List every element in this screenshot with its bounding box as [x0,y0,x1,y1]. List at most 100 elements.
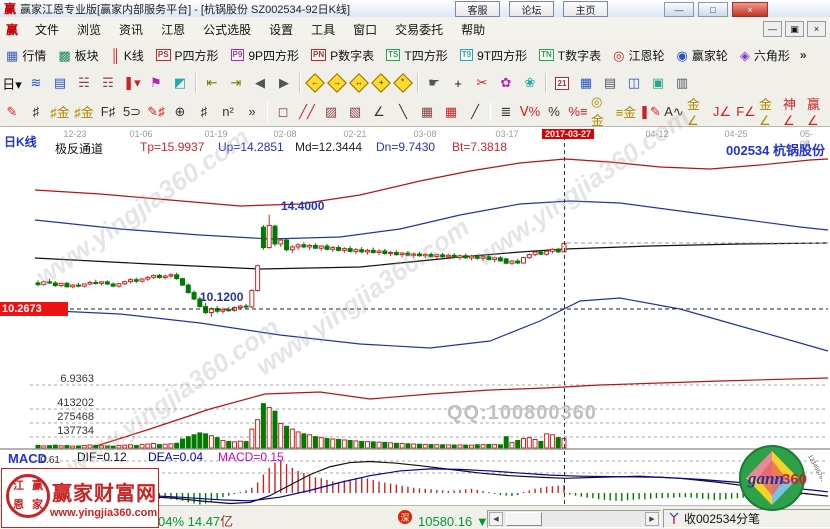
percent-tool[interactable]: % [543,101,565,123]
candle-style-dropdown[interactable]: ❚▾ [121,72,143,94]
menu-item-浏览[interactable]: 浏览 [68,19,110,40]
btn-quotes[interactable]: ▦行情 [0,45,52,66]
minimize-button[interactable]: — [664,2,694,17]
crosshair-tool[interactable]: + [447,72,469,94]
trendline-tool[interactable]: ╲ [392,101,414,123]
btn-9t-square[interactable]: T99T四方形 [454,45,533,66]
btn-winner-wheel[interactable]: ◉赢家轮 [670,45,733,66]
more-gann-t ools[interactable]: » [241,101,263,123]
btn-gann-wheel[interactable]: ◎江恩轮 [607,45,670,66]
j-angle-tool[interactable]: J∠ [711,101,733,123]
wave-abc-tool[interactable]: A∿ [663,101,685,123]
levels-tool[interactable]: ≣ [495,101,517,123]
zoom-out-button[interactable]: ↔ [349,73,369,93]
hand-tool[interactable]: ☛ [423,72,445,94]
maximize-button[interactable]: □ [698,2,728,17]
win-angle-tool[interactable]: 赢∠ [807,101,829,123]
last-bar-button[interactable]: ⇥ [225,72,247,94]
btn-p-table[interactable]: PNP数字表 [305,45,380,66]
menu-item-文件[interactable]: 文件 [26,19,68,40]
gold-angle2-tool[interactable]: 金∠ [759,101,781,123]
silk-tool[interactable]: ❀ [519,72,541,94]
gold-circle-tool[interactable]: ◎金 [591,101,613,123]
f-angle-tool[interactable]: F∠ [735,101,757,123]
zoom-in-button[interactable]: + [371,73,391,93]
percent-lines-tool[interactable]: %≡ [567,101,589,123]
chart-3-tool[interactable]: ☵ [73,72,95,94]
chart-scrollbar[interactable]: ◀ ▶ [487,510,661,528]
btn-kline[interactable]: ║K线 [105,45,150,66]
prev-bar-button[interactable]: ◀ [249,72,271,94]
gold-lines-tool[interactable]: ≡金 [615,101,637,123]
fit-all-button[interactable]: * [393,73,413,93]
menu-item-工具[interactable]: 工具 [302,19,344,40]
shen-angle-tool[interactable]: 神∠ [783,101,805,123]
toolbar-overflow-chevron[interactable]: » [796,48,811,62]
scroll-right-arrow[interactable]: ▶ [645,512,659,526]
square-number-tool[interactable]: n² [217,101,239,123]
chart-region: 12-2301-0601-1902-0802-2103-0803-172017-… [0,126,830,506]
period-day-dropdown[interactable]: 日▾ [1,72,23,94]
next-bar-button[interactable]: ▶ [273,72,295,94]
menu-item-交易委托[interactable]: 交易委托 [386,19,452,40]
pen-grid-tool[interactable]: ✎♯ [145,101,167,123]
scrollbar-thumb[interactable] [506,512,542,526]
save-tool[interactable]: ◫ [623,72,645,94]
gold-grid-tool[interactable]: ♯金 [49,101,71,123]
grid-box2-tool[interactable]: ▦ [440,101,462,123]
pan-left-button[interactable]: ← [305,73,325,93]
image-export-tool[interactable]: ▣ [647,72,669,94]
menu-item-公式选股[interactable]: 公式选股 [194,19,260,40]
pen-tool[interactable]: ✎ [1,101,23,123]
homepage-button[interactable]: 主页 [563,1,608,17]
calculator-tool[interactable]: ▦ [575,72,597,94]
candle-pen-tool[interactable]: ❚✎ [639,101,661,123]
customer-service-button[interactable]: 客服 [455,1,500,17]
forum-button[interactable]: 论坛 [509,1,554,17]
system-tool[interactable]: ▥ [671,72,693,94]
yingjia-url: www.yingjia360.com [50,507,157,519]
rays-tool[interactable]: ╱╱ [296,101,318,123]
btn-hexagon[interactable]: ◈六角形 [734,45,796,66]
cut-tool[interactable]: ✂ [471,72,493,94]
festival-tool[interactable]: ✿ [495,72,517,94]
fib-grid-tool[interactable]: F♯ [97,101,119,123]
slant-tool[interactable]: ╱ [464,101,486,123]
percent-v-tool[interactable]: Ⅴ% [519,101,541,123]
angle-tool[interactable]: ∠ [368,101,390,123]
menu-item-资讯[interactable]: 资讯 [110,19,152,40]
close-button[interactable]: × [732,2,768,17]
btn-t-table[interactable]: TNT数字表 [533,45,607,66]
child-restore-button[interactable]: ▣ [785,21,804,37]
memo-tool[interactable]: ▤ [49,72,71,94]
chart-9-tool[interactable]: ☶ [97,72,119,94]
pan-right-button[interactable]: → [327,73,347,93]
calendar-tool[interactable]: 21 [551,72,573,94]
flag-tool[interactable]: ⚑ [145,72,167,94]
menu-item-设置[interactable]: 设置 [260,19,302,40]
spiral-tool[interactable]: 5⊃ [121,101,143,123]
wave-tool[interactable]: ≋ [25,72,47,94]
notepad-tool[interactable]: ▤ [599,72,621,94]
gold-grid2-tool[interactable]: ♯金 [73,101,95,123]
child-minimize-button[interactable]: — [763,21,782,37]
scroll-left-arrow[interactable]: ◀ [489,512,503,526]
hatch-box-tool[interactable]: ▨ [320,101,342,123]
menu-item-江恩[interactable]: 江恩 [152,19,194,40]
btn-p-square[interactable]: PSP四方形 [150,45,225,66]
hatch-box2-tool[interactable]: ▧ [344,101,366,123]
btn-t-square[interactable]: TST四方形 [380,45,454,66]
grid2-tool[interactable]: ♯ [193,101,215,123]
rect-tool[interactable]: ◻ [272,101,294,123]
first-bar-button[interactable]: ⇤ [201,72,223,94]
circle-grid-tool[interactable]: ⊕ [169,101,191,123]
grid-box-tool[interactable]: ▦ [416,101,438,123]
btn-9p-square[interactable]: P99P四方形 [225,45,305,66]
gann-grid-tool[interactable]: ♯ [25,101,47,123]
child-close-button[interactable]: × [807,21,826,37]
btn-blocks[interactable]: ▩板块 [52,45,104,66]
menu-item-窗口[interactable]: 窗口 [344,19,386,40]
color-chart-tool[interactable]: ◩ [169,72,191,94]
gold-angle-tool[interactable]: 金∠ [687,101,709,123]
menu-item-帮助[interactable]: 帮助 [452,19,494,40]
